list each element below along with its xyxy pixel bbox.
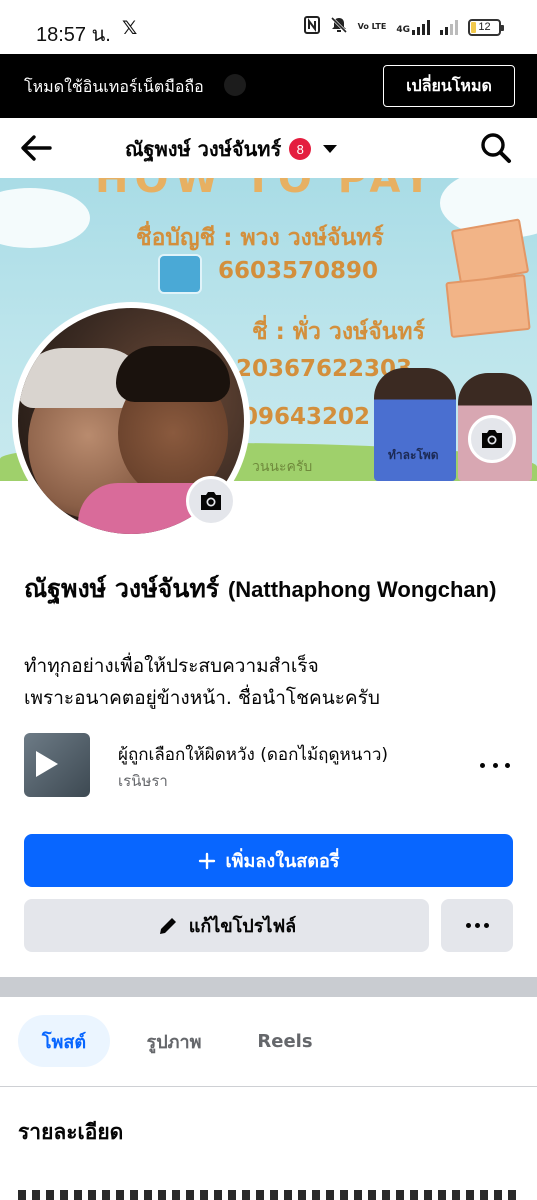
- profile-name-latin: (Natthaphong Wongchan): [227, 577, 497, 602]
- caret-down-icon: [323, 145, 338, 153]
- edit-profile-button[interactable]: แก้ไขโปรไฟล์: [24, 899, 429, 952]
- profile-tabs: โพสต์ รูปภาพ Reels: [0, 997, 537, 1087]
- section-divider: [0, 977, 537, 997]
- status-icons: Vo LTE 4G 12: [303, 16, 504, 38]
- data-mode-text: โหมดใช้อินเทอร์เน็ตมือถือ: [24, 77, 204, 96]
- tab-reels[interactable]: Reels: [238, 1015, 332, 1067]
- cover-footer-text: วนนะครับ: [252, 459, 313, 475]
- search-button[interactable]: [476, 130, 516, 166]
- music-artist: เรนิษรา: [118, 772, 168, 790]
- cover-heading: HOW TO PAY: [95, 178, 438, 202]
- signal-icon: [440, 19, 458, 35]
- profile-header-bar: ณัฐพงษ์ วงษ์จันทร์ 8: [0, 118, 537, 178]
- nfc-icon: [303, 16, 320, 38]
- profile-more-button[interactable]: [441, 899, 513, 952]
- plus-icon: [198, 852, 215, 869]
- back-button[interactable]: [16, 130, 56, 166]
- cover-shirt-text: ทำละโพด: [388, 448, 439, 462]
- add-to-story-button[interactable]: เพิ่มลงในสตอรี่: [24, 834, 513, 887]
- parcel-box: [445, 273, 531, 339]
- cover-account1-number: 6603570890: [218, 258, 379, 284]
- camera-icon: [482, 430, 502, 448]
- music-thumbnail[interactable]: [24, 733, 90, 797]
- search-icon: [481, 133, 511, 163]
- tab-photos[interactable]: รูปภาพ: [126, 1015, 222, 1067]
- notification-badge: 8: [289, 138, 312, 160]
- music-title: ผู้ถูกเลือกให้ผิดหวัง (ดอกไม้ฤดูหนาว): [118, 745, 389, 765]
- profile-music[interactable]: ผู้ถูกเลือกให้ผิดหวัง (ดอกไม้ฤดูหนาว) เร…: [24, 733, 514, 797]
- cover-account1-label: ชื่อบัญชี : พวง วงษ์จันทร์: [136, 225, 384, 251]
- mute-icon: [330, 16, 348, 38]
- more-horizontal-icon: [465, 923, 471, 928]
- cover-account2-label: ชี่ : พั่ว วงษ์จันทร์: [252, 319, 425, 345]
- play-icon: [36, 751, 58, 777]
- bio-line: เพราะอนาคตอยู่ข้างหน้า. ชื่อนำโชคนะครับ: [24, 687, 380, 709]
- bank-logo-icon: [158, 254, 202, 294]
- more-horizontal-icon[interactable]: [480, 755, 510, 775]
- x-logo-icon: 𝕏: [122, 17, 138, 39]
- tab-posts[interactable]: โพสต์: [18, 1015, 110, 1067]
- cover-cloud: [0, 188, 90, 248]
- battery-icon: 12: [468, 18, 504, 36]
- profile-bio: ทำทุกอย่างเพื่อให้ประสบความสำเร็จ เพราะอ…: [24, 650, 519, 714]
- arrow-left-icon: [21, 135, 52, 161]
- profile-switcher[interactable]: ณัฐพงษ์ วงษ์จันทร์ 8: [125, 133, 338, 165]
- bio-line: ทำทุกอย่างเพื่อให้ประสบความสำเร็จ: [24, 655, 319, 677]
- switch-mode-button[interactable]: เปลี่ยนโหมด: [383, 65, 515, 107]
- details-title: รายละเอียด: [18, 1120, 124, 1144]
- cover-account3-number: 09643202: [242, 404, 371, 430]
- profile-name-thai: ณัฐพงษ์ วงษ์จันทร์: [24, 574, 220, 603]
- volte-icon: Vo LTE: [357, 22, 387, 31]
- profile-name: ณัฐพงษ์ วงษ์จันทร์ (Natthaphong Wongchan…: [24, 572, 519, 607]
- header-profile-name: ณัฐพงษ์ วงษ์จันทร์: [125, 137, 282, 161]
- add-to-story-label: เพิ่มลงในสตอรี่: [225, 851, 340, 872]
- edit-profile-label: แก้ไขโปรไฟล์: [188, 916, 297, 937]
- status-time: 18:57 น.: [36, 24, 111, 46]
- data-mode-banner: โหมดใช้อินเทอร์เน็ตมือถือ เปลี่ยนโหมด: [0, 54, 537, 118]
- edit-profile-picture-button[interactable]: [186, 476, 236, 526]
- camera-icon: [201, 492, 221, 510]
- pencil-icon: [159, 917, 176, 934]
- edit-cover-photo-button[interactable]: [468, 415, 516, 463]
- info-icon[interactable]: [224, 74, 246, 96]
- signal-4g-icon: 4G: [396, 19, 430, 35]
- avatar-hair: [116, 346, 230, 402]
- details-cutoff-text: [18, 1186, 518, 1200]
- status-bar: 18:57 น. 𝕏 Vo LTE 4G 12: [0, 0, 537, 54]
